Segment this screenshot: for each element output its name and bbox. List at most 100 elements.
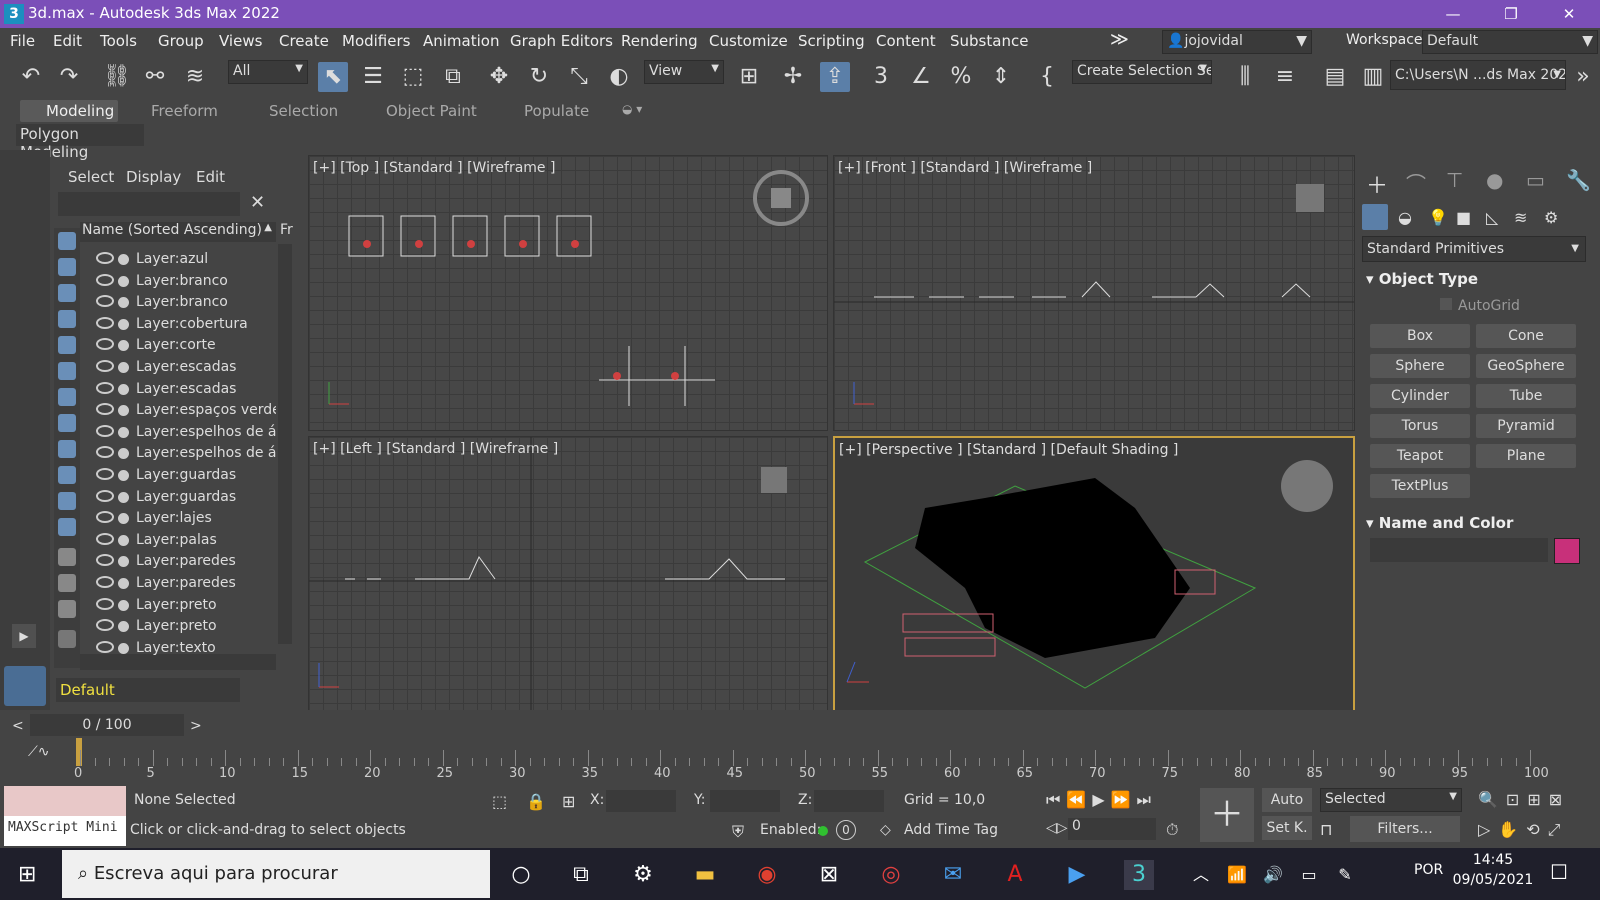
link-icon[interactable]: ⛓ <box>102 62 132 92</box>
menu-substance[interactable]: Substance <box>950 32 1028 50</box>
visibility-eye-icon[interactable] <box>96 511 114 524</box>
freeze-dot-icon[interactable] <box>118 534 129 546</box>
visibility-eye-icon[interactable] <box>96 273 114 286</box>
tab-freeform[interactable]: Freeform <box>151 102 218 120</box>
autogrid-checkbox[interactable]: AutoGrid <box>1440 298 1520 314</box>
settings-icon[interactable]: ⚙ <box>628 860 658 890</box>
freeze-dot-icon[interactable] <box>118 297 129 309</box>
viewport-front[interactable]: [+] [Front ] [Standard ] [Wireframe ] <box>833 155 1355 431</box>
object-color-swatch[interactable] <box>1554 538 1580 564</box>
textplus-button[interactable]: TextPlus <box>1370 474 1470 498</box>
clear-search-icon[interactable]: ✕ <box>250 192 265 213</box>
visibility-eye-icon[interactable] <box>96 252 114 264</box>
layer-row[interactable]: Layer:espelhos de água <box>80 423 276 444</box>
prev-frame-icon[interactable]: < <box>12 718 24 734</box>
rotate-icon[interactable]: ↻ <box>524 62 554 92</box>
tab-modeling[interactable]: Modeling <box>46 102 114 120</box>
visibility-eye-icon[interactable] <box>96 338 114 351</box>
clock-date[interactable]: 09/05/2021 <box>1448 872 1538 888</box>
display-all-icon[interactable] <box>58 548 76 566</box>
spinner-snap-icon[interactable]: ⇕ <box>986 62 1016 92</box>
video-icon[interactable]: ▶ <box>1062 860 1092 890</box>
menu-views[interactable]: Views <box>219 32 262 50</box>
toolbar-more-icon[interactable]: » <box>1568 62 1598 92</box>
visibility-eye-icon[interactable] <box>96 381 114 394</box>
menu-edit[interactable]: Edit <box>53 32 82 50</box>
invert-display-icon[interactable] <box>58 600 76 618</box>
frozen-column-header[interactable]: Fr <box>280 222 293 238</box>
layer-row[interactable]: Layer:escadas <box>80 358 276 379</box>
tab-selection[interactable]: Selection <box>269 102 338 120</box>
scene-menu-display[interactable]: Display <box>126 168 181 186</box>
scene-menu-edit[interactable]: Edit <box>196 168 225 186</box>
scene-search-input[interactable] <box>58 192 240 216</box>
store-icon[interactable]: ⊠ <box>814 860 844 890</box>
menu-group[interactable]: Group <box>158 32 204 50</box>
visibility-eye-icon[interactable] <box>96 597 114 610</box>
select-object-icon[interactable]: ⬉ <box>318 62 348 92</box>
volume-icon[interactable]: 🔊 <box>1258 860 1288 890</box>
cameras-filter-icon[interactable] <box>58 310 76 328</box>
layer-row[interactable]: Layer:guardas <box>80 466 276 487</box>
menu-animation[interactable]: Animation <box>423 32 499 50</box>
freeze-dot-icon[interactable] <box>118 621 129 633</box>
menu-modifiers[interactable]: Modifiers <box>342 32 410 50</box>
project-path-dropdown[interactable]: C:\Users\N ...ds Max 2022 ▼ <box>1390 60 1566 90</box>
clock-time[interactable]: 14:45 <box>1448 852 1538 868</box>
percent-snap-icon[interactable]: % <box>946 62 976 92</box>
time-slider[interactable]: 0 / 100 <box>30 714 184 736</box>
pen-icon[interactable]: ✎ <box>1330 860 1360 890</box>
freeze-dot-icon[interactable] <box>118 599 129 611</box>
object-type-rollout[interactable]: ▾ Object Type <box>1366 270 1478 288</box>
layer-row[interactable]: Layer:espaços verde <box>80 401 276 422</box>
scene-menu-select[interactable]: Select <box>68 168 114 186</box>
align-icon[interactable]: ≡ <box>1270 62 1300 92</box>
space-warps-filter-icon[interactable] <box>58 362 76 380</box>
auto-key-button[interactable]: Auto <box>1262 788 1312 812</box>
shapes-filter-icon[interactable] <box>58 258 76 276</box>
xrefs-filter-icon[interactable] <box>58 414 76 432</box>
freeze-dot-icon[interactable] <box>118 383 129 395</box>
redo-icon[interactable]: ↷ <box>54 62 84 92</box>
keyboard-shortcut-override-icon[interactable]: ⇪ <box>820 62 850 92</box>
viewport-nav-bottom[interactable]: ▷✋⟲⤢ <box>1478 820 1568 840</box>
ribbon-options-icon[interactable]: ◒ ▾ <box>622 102 642 116</box>
groups-filter-icon[interactable] <box>58 388 76 406</box>
layer-row[interactable]: Layer:espelhos de água <box>80 444 276 465</box>
display-tab-icon[interactable]: ▭ <box>1526 168 1545 192</box>
bind-space-warp-icon[interactable]: ≋ <box>180 62 210 92</box>
viewport-layout-icon[interactable] <box>4 666 46 706</box>
menu-rendering[interactable]: Rendering <box>621 32 698 50</box>
menu-tools[interactable]: Tools <box>100 32 137 50</box>
mail-icon[interactable]: ✉ <box>938 860 968 890</box>
layer-row[interactable]: Layer:texto <box>80 639 276 660</box>
visibility-eye-icon[interactable] <box>96 554 114 567</box>
freeze-dot-icon[interactable] <box>118 254 129 265</box>
visibility-eye-icon[interactable] <box>96 295 114 308</box>
reference-coordinate-dropdown[interactable]: View ▼ <box>644 60 724 84</box>
set-key-icon[interactable]: ＋ <box>1200 788 1254 842</box>
add-time-tag[interactable]: Add Time Tag <box>904 822 998 838</box>
viewport-top[interactable]: [+] [Top ] [Standard ] [Wireframe ] <box>308 155 828 431</box>
geometry-filter-icon[interactable] <box>58 232 76 250</box>
current-frame-field[interactable]: 0 <box>1068 818 1156 840</box>
acrobat-icon[interactable]: A <box>1000 860 1030 890</box>
geometry-icon[interactable] <box>1362 204 1388 230</box>
scale-icon[interactable]: ⤡ <box>564 62 594 92</box>
named-selection-set-dropdown[interactable]: Create Selection Set ▼ <box>1072 60 1212 84</box>
filter-icon[interactable] <box>58 630 76 648</box>
workspace-dropdown[interactable]: Default ▼ <box>1422 30 1598 54</box>
hierarchy-tab-icon[interactable]: ⊤ <box>1446 168 1463 192</box>
name-and-color-rollout[interactable]: ▾ Name and Color <box>1366 514 1513 532</box>
freeze-dot-icon[interactable] <box>118 491 129 503</box>
windows-start-icon[interactable]: ⊞ <box>18 862 36 887</box>
freeze-dot-icon[interactable] <box>118 642 129 654</box>
time-cursor[interactable] <box>76 738 82 766</box>
containers-filter-icon[interactable] <box>58 466 76 484</box>
layer-row[interactable]: Layer:paredes <box>80 574 276 595</box>
menu-create[interactable]: Create <box>279 32 329 50</box>
visibility-eye-icon[interactable] <box>96 640 114 653</box>
freeze-dot-icon[interactable] <box>118 513 129 525</box>
layer-row[interactable]: Layer:corte <box>80 336 276 357</box>
user-dropdown[interactable]: 👤jojovidal ▼ <box>1162 30 1312 54</box>
